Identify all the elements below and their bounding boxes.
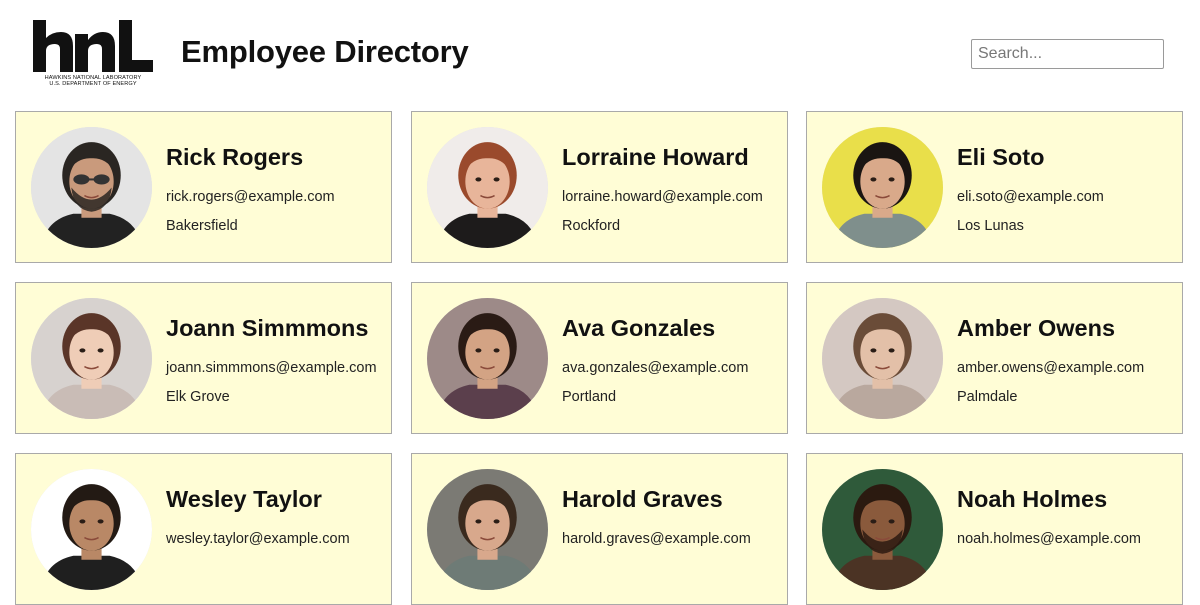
employee-card[interactable]: Lorraine Howard lorraine.howard@example.c… [411, 111, 788, 263]
employee-avatar [31, 127, 152, 248]
employee-card[interactable]: Eli Soto eli.soto@example.com Los Lunas [806, 111, 1183, 263]
employee-avatar [427, 298, 548, 419]
employee-card[interactable]: Joann Simmmons joann.simmmons@example.com… [15, 282, 392, 434]
search-input[interactable] [971, 39, 1164, 69]
employee-name: Joann Simmmons [166, 315, 369, 341]
employee-email: wesley.taylor@example.com [166, 531, 350, 547]
employee-name: Ava Gonzales [562, 315, 716, 341]
employee-card[interactable]: Wesley Taylor wesley.taylor@example.com [15, 453, 392, 605]
employee-avatar [31, 469, 152, 590]
employee-avatar [427, 127, 548, 248]
employee-name: Amber Owens [957, 315, 1116, 341]
employee-avatar [427, 469, 548, 590]
employee-card[interactable]: Noah Holmes noah.holmes@example.com [806, 453, 1183, 605]
employee-email: joann.simmmons@example.com [166, 360, 377, 376]
employee-name: Noah Holmes [957, 486, 1108, 512]
page-title: Employee Directory [181, 34, 469, 69]
employee-name: Rick Rogers [166, 144, 304, 170]
employee-email: eli.soto@example.com [957, 189, 1104, 205]
employee-city: Los Lunas [957, 218, 1024, 234]
employee-city: Rockford [562, 218, 621, 234]
employee-city: Palmdale [957, 389, 1018, 405]
employee-email: amber.owens@example.com [957, 360, 1145, 376]
employee-avatar [822, 298, 943, 419]
employee-email: noah.holmes@example.com [957, 531, 1141, 547]
employee-avatar [822, 127, 943, 248]
employee-email: lorraine.howard@example.com [562, 189, 763, 205]
header: HAWKINS NATIONAL LABORATORY U.S. DEPARTM… [0, 0, 1200, 100]
employee-card[interactable]: Amber Owens amber.owens@example.com Palmda… [806, 282, 1183, 434]
employee-avatar [822, 469, 943, 590]
hnl-logo[interactable]: HAWKINS NATIONAL LABORATORY U.S. DEPARTM… [33, 20, 153, 90]
employee-card[interactable]: Harold Graves harold.graves@example.com [411, 453, 788, 605]
employee-card[interactable]: Rick Rogers rick.rogers@example.com Bakers… [15, 111, 392, 263]
employee-email: rick.rogers@example.com [166, 189, 335, 205]
logo-line-2: U.S. DEPARTMENT OF ENERGY [49, 81, 137, 87]
employee-card[interactable]: Ava Gonzales ava.gonzales@example.com Port… [411, 282, 788, 434]
employee-name: Eli Soto [957, 144, 1045, 170]
employee-email: ava.gonzales@example.com [562, 360, 749, 376]
employee-avatar [31, 298, 152, 419]
employee-name: Harold Graves [562, 486, 723, 512]
employee-name: Lorraine Howard [562, 144, 749, 170]
employee-city: Portland [562, 389, 617, 405]
hnl-logo-mark-icon [33, 20, 153, 72]
employee-email: harold.graves@example.com [562, 531, 751, 547]
employee-name: Wesley Taylor [166, 486, 322, 512]
employee-city: Bakersfield [166, 218, 238, 234]
employee-city: Elk Grove [166, 389, 230, 405]
